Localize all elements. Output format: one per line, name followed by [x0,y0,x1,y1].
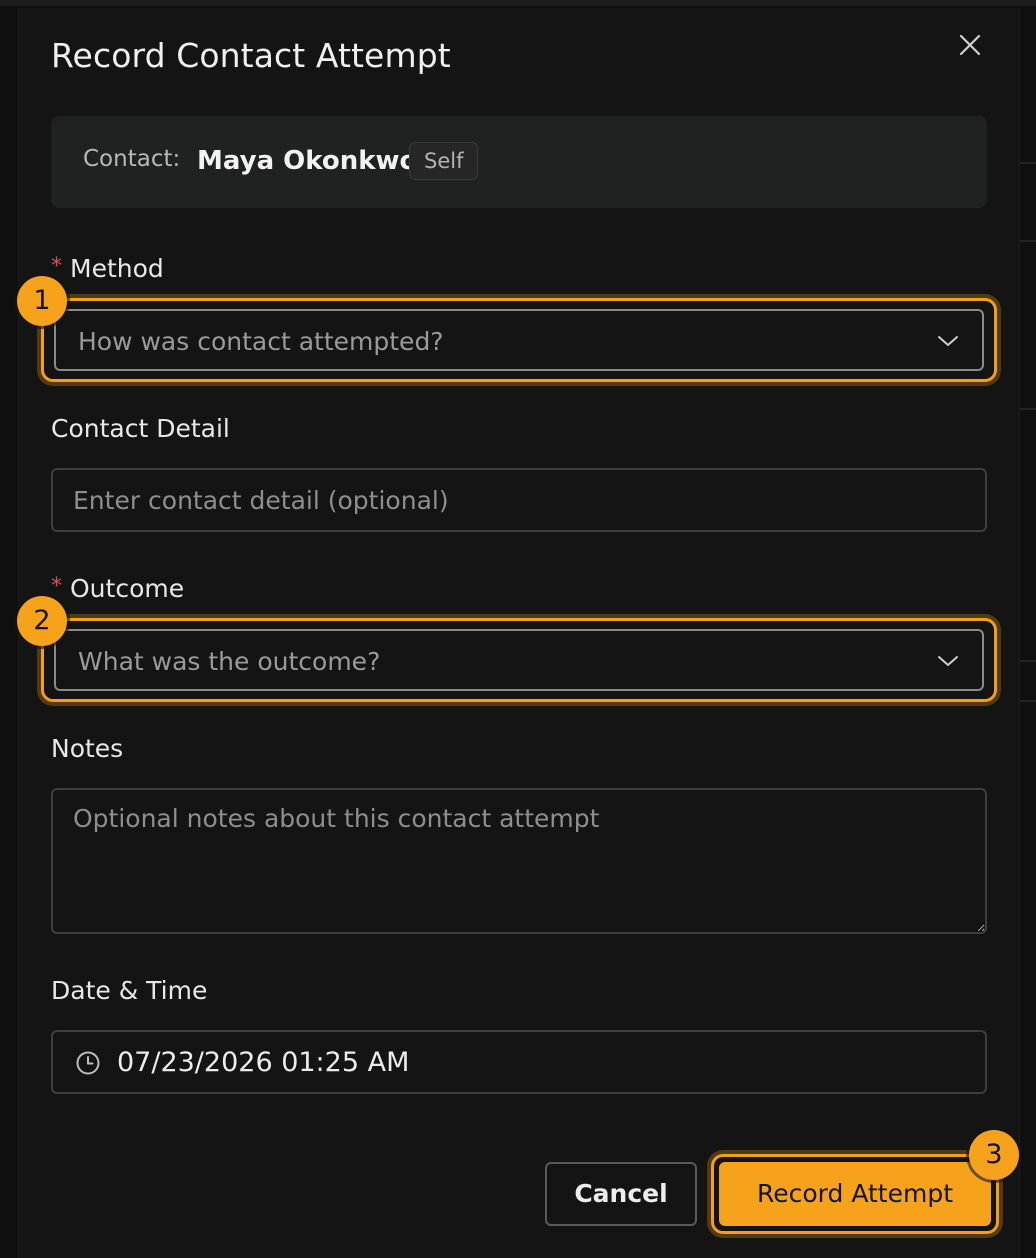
step-badge-1: 1 [17,276,67,326]
clock-icon [76,1051,100,1075]
required-marker: * [51,574,62,599]
backdrop-divider [1020,162,1036,164]
datetime-label: Date & Time [51,976,208,1005]
outcome-label: * Outcome [51,574,184,603]
contact-detail-input[interactable] [51,468,987,532]
backdrop-divider [1020,240,1036,242]
method-select[interactable]: How was contact attempted? [54,309,984,371]
datetime-input[interactable]: 07/23/2026 01:25 AM [51,1030,987,1094]
backdrop-divider [1020,700,1036,702]
close-button[interactable] [955,30,985,60]
outcome-select-placeholder: What was the outcome? [78,647,381,676]
contact-label: Contact: [83,146,181,172]
contact-name: Maya Okonkwo [197,146,418,176]
backdrop-divider [1020,408,1036,410]
datetime-value: 07/23/2026 01:25 AM [117,1047,410,1078]
method-select-highlight: How was contact attempted? [41,298,997,382]
required-marker: * [51,254,62,279]
backdrop-divider [1020,660,1036,662]
chevron-down-icon [938,336,958,346]
backdrop-top-bar [0,0,1036,6]
dialog-title: Record Contact Attempt [51,36,451,75]
method-label: * Method [51,254,164,283]
record-attempt-button[interactable]: Record Attempt [719,1162,991,1226]
outcome-select[interactable]: What was the outcome? [54,629,984,691]
outcome-label-text: Outcome [70,574,185,603]
step-badge-3: 3 [969,1130,1019,1180]
contact-summary: Contact: Maya Okonkwo Self [51,116,987,208]
notes-label: Notes [51,734,124,763]
method-label-text: Method [70,254,164,283]
relationship-badge: Self [409,142,479,180]
record-attempt-highlight: Record Attempt [711,1154,999,1234]
contact-detail-label: Contact Detail [51,414,230,443]
notes-textarea[interactable] [51,788,987,934]
chevron-down-icon [938,656,958,666]
record-contact-attempt-dialog: Record Contact Attempt Contact: Maya Oko… [17,8,1020,1258]
method-select-placeholder: How was contact attempted? [78,327,444,356]
outcome-select-highlight: What was the outcome? [41,618,997,702]
step-badge-2: 2 [17,596,67,646]
cancel-button[interactable]: Cancel [545,1162,697,1226]
close-icon [959,34,981,56]
